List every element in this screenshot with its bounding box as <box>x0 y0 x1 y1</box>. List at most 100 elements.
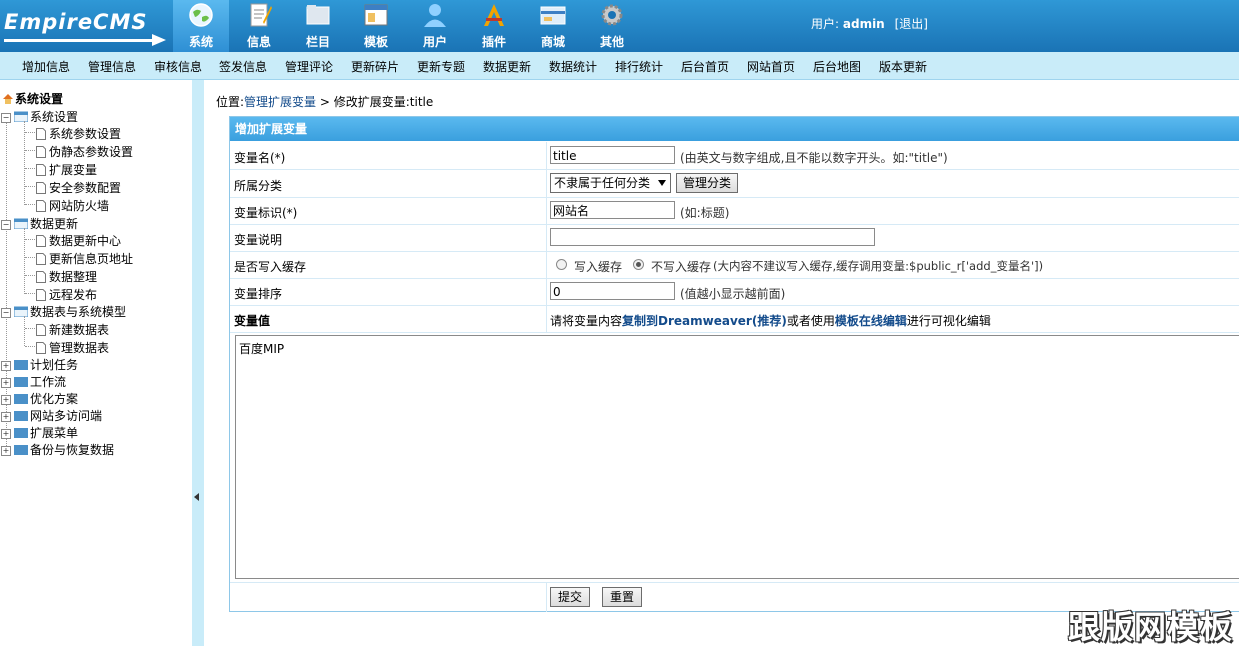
tree-group-data-update[interactable]: − 数据更新 <box>1 215 78 232</box>
tree-item-label: 数据整理 <box>49 270 98 284</box>
online-template-edit-link[interactable]: 模板在线编辑 <box>835 314 907 328</box>
tree-item-system-params[interactable]: 系统参数设置 <box>36 125 121 142</box>
tree-group-label: 系统设置 <box>30 110 79 124</box>
var-value-textarea[interactable]: 百度MIP <box>235 335 1239 579</box>
nav-label: 其他 <box>599 35 624 49</box>
menu-sign-info[interactable]: 签发信息 <box>219 58 267 75</box>
tree-item-remote-publish[interactable]: 远程发布 <box>36 286 97 303</box>
menu-update-topics[interactable]: 更新专题 <box>417 58 465 75</box>
menu-version-update[interactable]: 版本更新 <box>879 58 927 75</box>
globe-icon <box>189 3 213 27</box>
category-select[interactable]: 不隶属于任何分类 <box>550 173 671 193</box>
menu-data-stats[interactable]: 数据统计 <box>549 58 597 75</box>
tree-root-label: 系统设置 <box>15 92 64 106</box>
submit-button[interactable]: 提交 <box>550 587 590 607</box>
menu-rank-stats[interactable]: 排行统计 <box>615 58 663 75</box>
nav-column[interactable]: 栏目 <box>290 0 346 52</box>
tree-item-update-center[interactable]: 数据更新中心 <box>36 232 121 249</box>
menu-review-info[interactable]: 审核信息 <box>154 58 202 75</box>
card-icon <box>540 6 566 25</box>
watermark-text: 跟版网模板 <box>1068 608 1234 646</box>
tree-item-security-params[interactable]: 安全参数配置 <box>36 179 121 196</box>
tree-item-update-urls[interactable]: 更新信息页地址 <box>36 250 133 267</box>
tree-item-label: 远程发布 <box>49 288 98 302</box>
nav-plugin[interactable]: 插件 <box>466 0 522 52</box>
row-var-desc: 变量说明 <box>230 225 1239 252</box>
menu-add-info[interactable]: 增加信息 <box>22 58 70 75</box>
nav-user[interactable]: 用户 <box>407 0 463 52</box>
copy-to-dreamweaver-link[interactable]: 复制到Dreamweaver(推荐) <box>622 314 787 328</box>
home-icon <box>3 94 13 104</box>
nav-label: 信息 <box>246 35 271 49</box>
menu-site-home[interactable]: 网站首页 <box>747 58 795 75</box>
gear-icon <box>601 4 623 26</box>
tree-group-backup-restore[interactable]: + 备份与恢复数据 <box>1 441 114 458</box>
sidebar-splitter[interactable] <box>192 80 204 646</box>
nav-other[interactable]: 其他 <box>584 0 640 52</box>
expand-icon[interactable]: + <box>1 378 11 388</box>
menu-data-update[interactable]: 数据更新 <box>483 58 531 75</box>
var-name-hint: (由英文与数字组成,且不能以数字开头。如:"title") <box>680 151 948 165</box>
nav-shop[interactable]: 商城 <box>525 0 581 52</box>
top-header: EmpireCMS 系统 信息 栏目 模板 用户 插件 商城 其他 用户: ad… <box>0 0 1239 52</box>
expand-icon[interactable]: + <box>1 412 11 422</box>
tree-group-tables-models[interactable]: − 数据表与系统模型 <box>1 303 126 320</box>
tree-group-label: 数据表与系统模型 <box>30 305 127 319</box>
var-name-input[interactable]: title <box>550 146 675 164</box>
nav-label: 用户 <box>422 35 447 49</box>
tree-group-optimization[interactable]: + 优化方案 <box>1 390 78 407</box>
collapse-arrow-icon[interactable] <box>194 493 199 501</box>
var-desc-input[interactable] <box>550 228 875 246</box>
extend-var-form: 增加扩展变量 变量名(*) title (由英文与数字组成,且不能以数字开头。如… <box>229 116 1239 612</box>
menu-manage-info[interactable]: 管理信息 <box>88 58 136 75</box>
document-icon <box>36 146 46 158</box>
radio-write-cache[interactable] <box>556 259 567 270</box>
user-info: 用户: admin [退出] <box>811 15 928 32</box>
tree-item-data-cleanup[interactable]: 数据整理 <box>36 268 97 285</box>
document-icon <box>36 271 46 283</box>
document-icon <box>36 253 46 265</box>
manage-category-button[interactable]: 管理分类 <box>676 173 738 193</box>
tree-item-new-table[interactable]: 新建数据表 <box>36 321 109 338</box>
nav-system[interactable]: 系统 <box>173 0 229 52</box>
row-var-name: 变量名(*) title (由英文与数字组成,且不能以数字开头。如:"title… <box>230 142 1239 170</box>
order-input[interactable]: 0 <box>550 282 675 300</box>
tree-item-rewrite-params[interactable]: 伪静态参数设置 <box>36 143 133 160</box>
label-cache: 是否写入缓存 <box>234 260 307 274</box>
collapse-icon[interactable]: − <box>1 113 11 123</box>
menu-manage-comments[interactable]: 管理评论 <box>285 58 333 75</box>
tree-group-extend-menu[interactable]: + 扩展菜单 <box>1 424 78 441</box>
tree-group-workflow[interactable]: + 工作流 <box>1 373 66 390</box>
row-var-value: 变量值 请将变量内容复制到Dreamweaver(推荐)或者使用模板在线编辑进行… <box>230 306 1239 333</box>
tree-item-label: 系统参数设置 <box>49 127 122 141</box>
breadcrumb-link[interactable]: 管理扩展变量 <box>244 95 316 109</box>
expand-icon[interactable]: + <box>1 446 11 456</box>
collapse-icon[interactable]: − <box>1 220 11 230</box>
folder-icon <box>14 394 28 404</box>
menu-update-fragments[interactable]: 更新碎片 <box>351 58 399 75</box>
label-var-value: 变量值 <box>234 314 271 328</box>
document-icon <box>36 128 46 140</box>
menu-admin-home[interactable]: 后台首页 <box>681 58 729 75</box>
tree-group-system-settings[interactable]: − 系统设置 <box>1 108 78 125</box>
nav-template[interactable]: 模板 <box>348 0 404 52</box>
tree-group-multi-access[interactable]: + 网站多访问端 <box>1 407 102 424</box>
breadcrumb-current: 修改扩展变量:title <box>333 95 434 109</box>
document-icon <box>36 342 46 354</box>
logout-link[interactable]: [退出] <box>895 17 928 31</box>
expand-icon[interactable]: + <box>1 361 11 371</box>
reset-button[interactable]: 重置 <box>602 587 642 607</box>
expand-icon[interactable]: + <box>1 395 11 405</box>
menu-admin-map[interactable]: 后台地图 <box>813 58 861 75</box>
expand-icon[interactable]: + <box>1 429 11 439</box>
tree-item-manage-tables[interactable]: 管理数据表 <box>36 339 109 356</box>
tree-item-extend-vars[interactable]: 扩展变量 <box>36 161 97 178</box>
nav-label: 插件 <box>481 35 506 49</box>
tree-item-firewall[interactable]: 网站防火墙 <box>36 197 109 214</box>
collapse-icon[interactable]: − <box>1 308 11 318</box>
tree-group-scheduled-tasks[interactable]: + 计划任务 <box>1 356 78 373</box>
nav-info[interactable]: 信息 <box>231 0 287 52</box>
var-title-input[interactable]: 网站名 <box>550 201 675 219</box>
tree-group-label: 数据更新 <box>30 217 79 231</box>
radio-no-cache[interactable] <box>633 259 644 270</box>
